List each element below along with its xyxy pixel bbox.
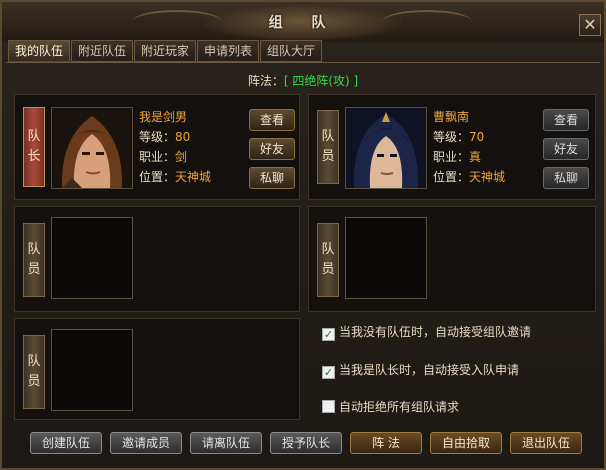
member-level: 70 [469,130,485,144]
role-char: 队 [27,354,41,369]
location-label: 位置： [433,170,470,184]
role-badge-leader: 队 长 [23,107,45,187]
empty-portrait [51,217,133,299]
portrait-taoist [345,107,427,189]
transfer-leader-button[interactable]: 授予队长 [270,432,342,454]
kick-member-button[interactable]: 请离队伍 [190,432,262,454]
location-label: 位置： [139,170,176,184]
role-badge-member: 队 员 [23,335,45,409]
portrait-swordsman-image [52,108,132,188]
member-slot-5: 队 员 [14,318,300,420]
formation-link[interactable]: [ 四绝阵(攻) ] [284,74,358,88]
role-char: 员 [27,374,41,389]
formation-line: 阵法：[ 四绝阵(攻) ] [2,72,604,89]
job-label: 职业： [433,150,470,164]
free-loot-button[interactable]: 自由拾取 [430,432,502,454]
option-auto-accept-apply[interactable]: ✓ 当我是队长时，自动接受入队申请 [322,362,520,379]
portrait-taoist-image [346,108,426,188]
role-char: 员 [321,149,335,164]
member-info: 我是剑男 等级：80 职业：剑 位置：天神城 [139,107,211,187]
role-char: 队 [27,129,41,144]
option-auto-reject[interactable]: 自动拒绝所有组队请求 [322,399,459,415]
option-label: 当我是队长时，自动接受入队申请 [339,363,520,377]
job-label: 职业： [139,150,176,164]
private-chat-button[interactable]: 私聊 [249,167,295,189]
tab-nearby-players[interactable]: 附近玩家 [134,40,196,62]
checkbox-checked-icon[interactable]: ✓ [322,328,335,341]
role-char: 队 [321,129,335,144]
role-char: 长 [27,149,41,164]
add-friend-button[interactable]: 好友 [249,138,295,160]
member-slot-leader: 队 长 我是剑男 等级：80 职业：剑 位置：天神城 查看 好友 私聊 [14,94,300,200]
member-level: 80 [175,130,191,144]
empty-portrait [345,217,427,299]
level-label: 等级： [139,130,176,144]
role-badge-member: 队 员 [317,110,339,184]
member-slot-2: 队 员 曹飘南 等级：70 职业：真 位置：天神城 查看 好友 私聊 [308,94,596,200]
add-friend-button[interactable]: 好友 [543,138,589,160]
invite-member-button[interactable]: 邀请成员 [110,432,182,454]
role-char: 队 [321,242,335,257]
tab-nearby-teams[interactable]: 附近队伍 [71,40,133,62]
level-label: 等级： [433,130,470,144]
leave-team-button[interactable]: 退出队伍 [510,432,582,454]
role-char: 员 [27,262,41,277]
team-window: 组 队 ✕ 我的队伍 附近队伍 附近玩家 申请列表 组队大厅 阵法：[ 四绝阵(… [0,0,606,470]
tab-team-hall[interactable]: 组队大厅 [260,40,322,62]
member-name: 曹飘南 [433,110,470,124]
private-chat-button[interactable]: 私聊 [543,167,589,189]
create-team-button[interactable]: 创建队伍 [30,432,102,454]
member-slot-4: 队 员 [308,206,596,312]
option-label: 当我没有队伍时，自动接受组队邀请 [339,325,532,339]
window-title: 组 队 [268,15,338,31]
member-job: 剑 [175,150,188,164]
portrait-swordsman [51,107,133,189]
option-label: 自动拒绝所有组队请求 [339,400,460,414]
member-info: 曹飘南 等级：70 职业：真 位置：天神城 [433,107,505,187]
member-slot-3: 队 员 [14,206,300,312]
checkbox-unchecked-icon[interactable] [322,400,335,413]
member-name: 我是剑男 [139,110,188,124]
view-button[interactable]: 查看 [249,109,295,131]
role-badge-member: 队 员 [317,223,339,297]
member-job: 真 [469,150,482,164]
title-bar: 组 队 [2,2,604,42]
role-char: 员 [321,262,335,277]
view-button[interactable]: 查看 [543,109,589,131]
tab-my-team[interactable]: 我的队伍 [8,40,70,62]
checkbox-checked-icon[interactable]: ✓ [322,366,335,379]
formation-button[interactable]: 阵 法 [350,432,422,454]
member-location: 天神城 [175,170,212,184]
close-icon[interactable]: ✕ [579,14,601,36]
tab-applications[interactable]: 申请列表 [197,40,259,62]
member-location: 天神城 [469,170,506,184]
role-char: 队 [27,242,41,257]
formation-label: 阵法： [247,74,284,88]
empty-portrait [51,329,133,411]
option-auto-accept-invite[interactable]: ✓ 当我没有队伍时，自动接受组队邀请 [322,324,532,341]
tab-divider [6,62,600,63]
role-badge-member: 队 员 [23,223,45,297]
